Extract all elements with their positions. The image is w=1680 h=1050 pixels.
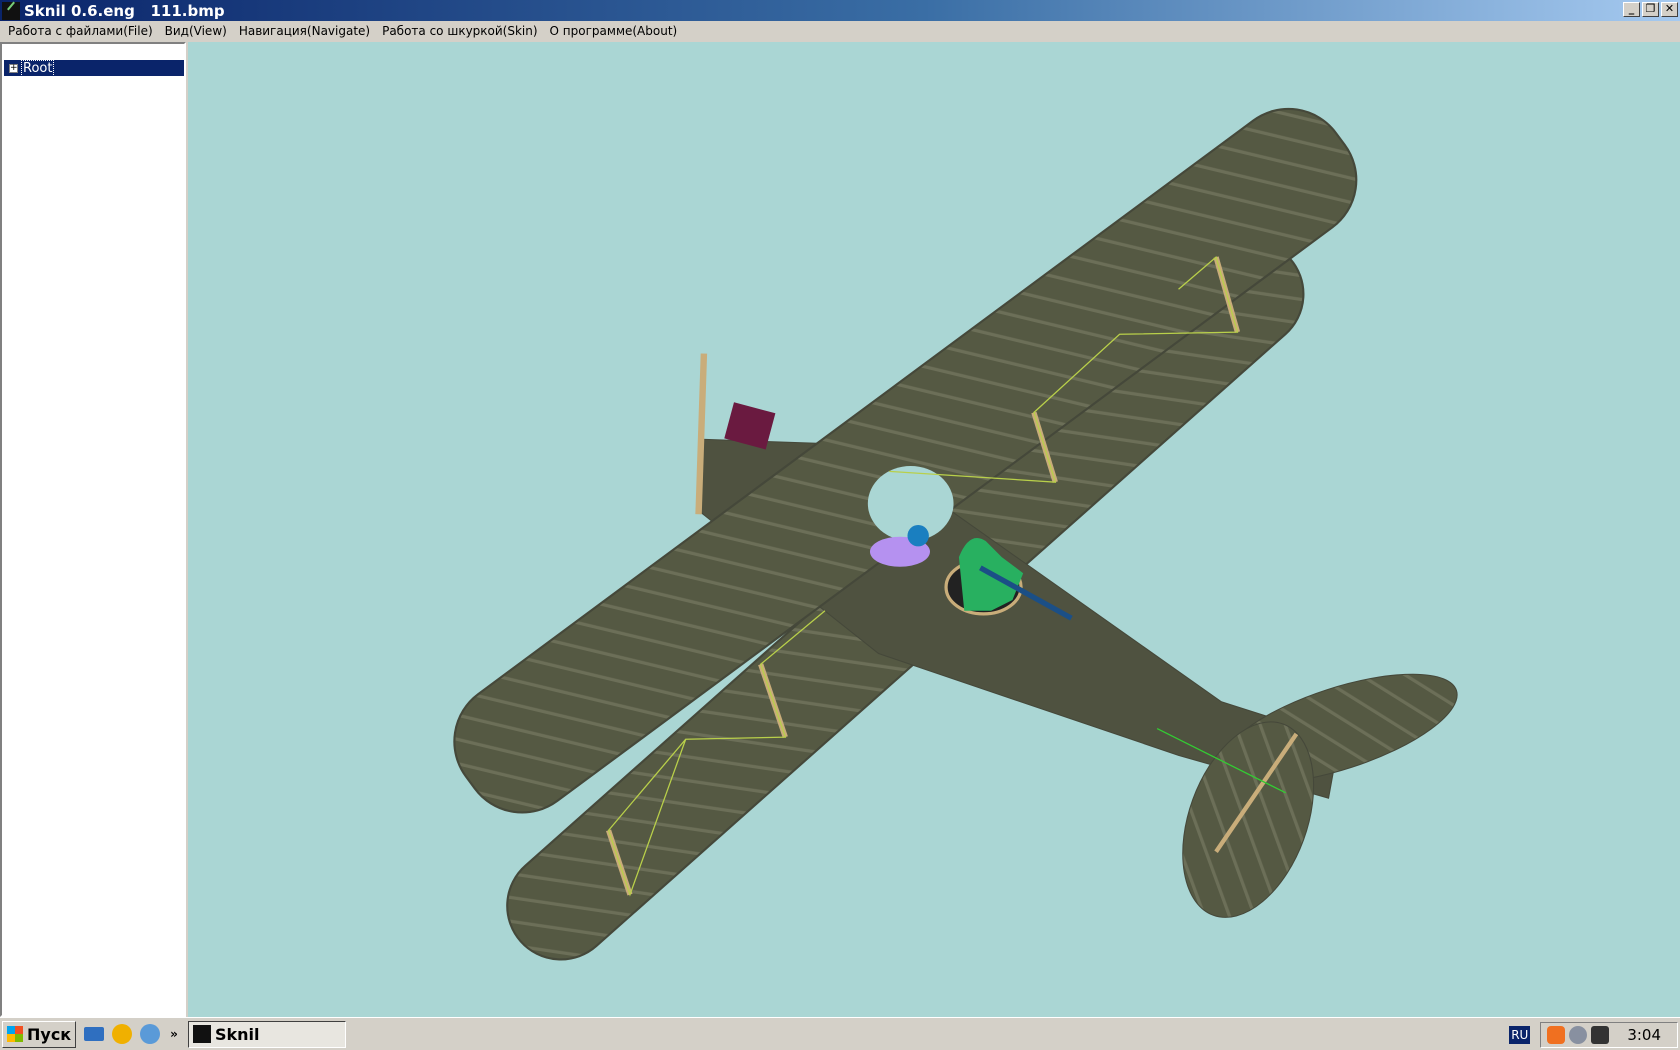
menu-bar: Работа с файлами(File) Вид(View) Навигац…	[0, 21, 1680, 41]
show-desktop-icon[interactable]	[84, 1027, 105, 1041]
avast-icon[interactable]	[1547, 1026, 1566, 1044]
taskbar: Пуск » Sknil RU 3:04	[0, 1017, 1680, 1050]
menu-about[interactable]: О программе(About)	[544, 24, 684, 38]
menu-navigate[interactable]: Навигация(Navigate)	[233, 24, 376, 38]
minimize-button[interactable]: _	[1623, 2, 1640, 17]
start-button[interactable]: Пуск	[2, 1020, 77, 1048]
system-tray: RU 3:04	[1509, 1022, 1678, 1048]
safely-remove-icon[interactable]	[1591, 1026, 1610, 1044]
windows-flag-icon	[7, 1026, 23, 1042]
expand-icon[interactable]: +	[9, 63, 18, 73]
menu-file[interactable]: Работа с файлами(File)	[2, 24, 159, 38]
aimp-icon[interactable]	[112, 1024, 133, 1044]
task-label: Sknil	[214, 1024, 260, 1044]
menu-view[interactable]: Вид(View)	[159, 24, 233, 38]
window-title: Sknil 0.6.eng 111.bmp	[24, 1, 225, 20]
tree-item-root[interactable]: + Root	[4, 59, 184, 77]
restore-button[interactable]: ❐	[1642, 2, 1659, 17]
language-indicator[interactable]: RU	[1509, 1026, 1531, 1044]
menu-skin[interactable]: Работа со шкуркой(Skin)	[376, 24, 543, 38]
taskbar-button-sknil[interactable]: Sknil	[187, 1020, 346, 1048]
title-bar: Sknil 0.6.eng 111.bmp _ ❐ ✕	[0, 0, 1680, 21]
start-label: Пуск	[27, 1024, 72, 1044]
app-icon[interactable]	[2, 1, 20, 20]
model-tree[interactable]: + Root	[0, 42, 186, 1017]
3d-viewport[interactable]	[188, 42, 1680, 1017]
webcam-icon[interactable]	[1569, 1026, 1588, 1044]
sknil-icon	[192, 1025, 211, 1043]
media-player-icon[interactable]	[140, 1024, 161, 1044]
pilot-head	[907, 524, 929, 547]
biplane-model	[453, 107, 1458, 961]
tree-item-label: Root	[21, 59, 55, 77]
quick-launch-overflow[interactable]: »	[170, 1027, 178, 1041]
clock[interactable]: 3:04	[1627, 1026, 1661, 1044]
close-button[interactable]: ✕	[1661, 2, 1678, 17]
